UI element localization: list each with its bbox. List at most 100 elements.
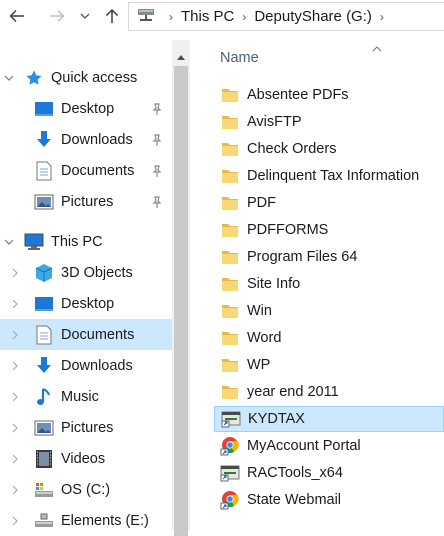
nav-label: Downloads: [61, 131, 133, 148]
file-row[interactable]: RACTools_x64: [214, 460, 444, 486]
recent-locations-button[interactable]: [78, 0, 92, 32]
back-button[interactable]: [4, 0, 30, 32]
chevron-right-icon[interactable]: [10, 423, 20, 433]
folder-icon: [220, 220, 240, 240]
nav-item-os-c[interactable]: OS (C:): [0, 474, 172, 505]
nav-label: Pictures: [61, 419, 114, 436]
breadcrumb-deputyshare[interactable]: DeputyShare (G:): [254, 8, 372, 25]
file-row[interactable]: PDF: [214, 190, 444, 216]
chevron-right-icon[interactable]: [10, 361, 20, 371]
up-arrow-icon: [105, 8, 119, 23]
pin-icon[interactable]: [150, 164, 164, 178]
desktop-icon: [34, 99, 54, 119]
chevron-down-icon[interactable]: [4, 73, 14, 83]
downloads-icon: [34, 130, 54, 150]
nav-item-music[interactable]: Music: [0, 381, 172, 412]
file-name: AvisFTP: [247, 114, 302, 130]
navigation-pane: Quick access Desktop Downloads Documents: [0, 40, 172, 530]
chevron-down-icon[interactable]: [4, 237, 14, 247]
forward-button[interactable]: [44, 0, 70, 32]
nav-item-qa-documents[interactable]: Documents: [0, 155, 172, 186]
file-row[interactable]: Delinquent Tax Information: [214, 163, 444, 189]
nav-label: Videos: [61, 450, 106, 467]
file-row[interactable]: Check Orders: [214, 136, 444, 162]
nav-scrollbar[interactable]: [172, 40, 190, 536]
nav-label: Desktop: [61, 100, 115, 117]
chevron-right-icon[interactable]: ›: [242, 10, 246, 24]
breadcrumb-this-pc[interactable]: This PC: [181, 8, 234, 25]
pin-icon[interactable]: [150, 133, 164, 147]
nav-label: Desktop: [61, 295, 115, 312]
desktop-icon: [34, 294, 54, 314]
nav-item-qa-desktop[interactable]: Desktop: [0, 93, 172, 124]
file-row[interactable]: Word: [214, 325, 444, 351]
chevron-right-icon[interactable]: [10, 330, 20, 340]
nav-item-documents[interactable]: Documents: [0, 319, 172, 350]
nav-item-3d-objects[interactable]: 3D Objects: [0, 257, 172, 288]
file-name: year end 2011: [247, 384, 339, 400]
network-drive-icon: [137, 8, 155, 26]
pictures-icon: [34, 192, 54, 212]
chrome-shortcut-icon: [220, 490, 240, 510]
chevron-right-icon[interactable]: ›: [380, 10, 384, 24]
folder-icon: [220, 139, 240, 159]
nav-item-qa-downloads[interactable]: Downloads: [0, 124, 172, 155]
nav-label: Elements (E:): [61, 512, 149, 529]
chevron-right-icon[interactable]: [10, 268, 20, 278]
file-name: Delinquent Tax Information: [247, 168, 420, 184]
pin-icon[interactable]: [150, 102, 164, 116]
file-row[interactable]: Absentee PDFs: [214, 82, 444, 108]
address-toolbar: › This PC › DeputyShare (G:) ›: [0, 0, 444, 34]
nav-label: Downloads: [61, 357, 133, 374]
file-row[interactable]: WP: [214, 352, 444, 378]
folder-icon: [220, 166, 240, 186]
nav-this-pc[interactable]: This PC: [0, 226, 172, 257]
address-bar[interactable]: › This PC › DeputyShare (G:) ›: [128, 2, 444, 31]
chevron-right-icon[interactable]: [10, 454, 20, 464]
nav-quick-access[interactable]: Quick access: [0, 62, 172, 93]
file-row[interactable]: Program Files 64: [214, 244, 444, 270]
file-name: MyAccount Portal: [247, 438, 361, 454]
file-row[interactable]: PDFFORMS: [214, 217, 444, 243]
nav-item-desktop[interactable]: Desktop: [0, 288, 172, 319]
file-name: PDFFORMS: [247, 222, 329, 238]
file-row[interactable]: MyAccount Portal: [214, 433, 444, 459]
folder-icon: [220, 301, 240, 321]
chevron-right-icon[interactable]: [10, 485, 20, 495]
chevron-right-icon[interactable]: [10, 516, 20, 526]
nav-item-pictures[interactable]: Pictures: [0, 412, 172, 443]
file-row[interactable]: Site Info: [214, 271, 444, 297]
column-header-name[interactable]: Name: [220, 50, 259, 66]
file-row[interactable]: KYDTAX: [214, 406, 444, 432]
file-row[interactable]: Win: [214, 298, 444, 324]
folder-icon: [220, 85, 240, 105]
file-row[interactable]: AvisFTP: [214, 109, 444, 135]
folder-icon: [220, 112, 240, 132]
nav-item-videos[interactable]: Videos: [0, 443, 172, 474]
chrome-shortcut-icon: [220, 436, 240, 456]
file-row[interactable]: State Webmail: [214, 487, 444, 513]
pin-icon[interactable]: [150, 195, 164, 209]
nav-label: Pictures: [61, 193, 114, 210]
scroll-up-icon[interactable]: [177, 48, 185, 64]
chevron-right-icon[interactable]: [10, 392, 20, 402]
file-name: Word: [247, 330, 282, 346]
nav-item-qa-pictures[interactable]: Pictures: [0, 186, 172, 217]
file-name: Program Files 64: [247, 249, 358, 265]
chevron-right-icon[interactable]: [10, 299, 20, 309]
music-icon: [34, 387, 54, 407]
up-button[interactable]: [101, 0, 123, 32]
file-name: RACTools_x64: [247, 465, 343, 481]
chevron-right-icon[interactable]: ›: [169, 10, 173, 24]
sort-ascending-icon: [372, 40, 382, 56]
nav-item-elements-e[interactable]: Elements (E:): [0, 505, 172, 536]
file-name: KYDTAX: [248, 411, 305, 427]
back-arrow-icon: [9, 10, 24, 22]
nav-item-downloads[interactable]: Downloads: [0, 350, 172, 381]
file-row[interactable]: year end 2011: [214, 379, 444, 405]
file-name: Absentee PDFs: [247, 87, 349, 103]
chevron-down-icon: [80, 13, 90, 19]
forward-arrow-icon: [50, 10, 65, 22]
file-list: Name Absentee PDFs AvisFTP Check Orders Del…: [190, 34, 444, 530]
scrollbar-thumb[interactable]: [174, 66, 188, 536]
